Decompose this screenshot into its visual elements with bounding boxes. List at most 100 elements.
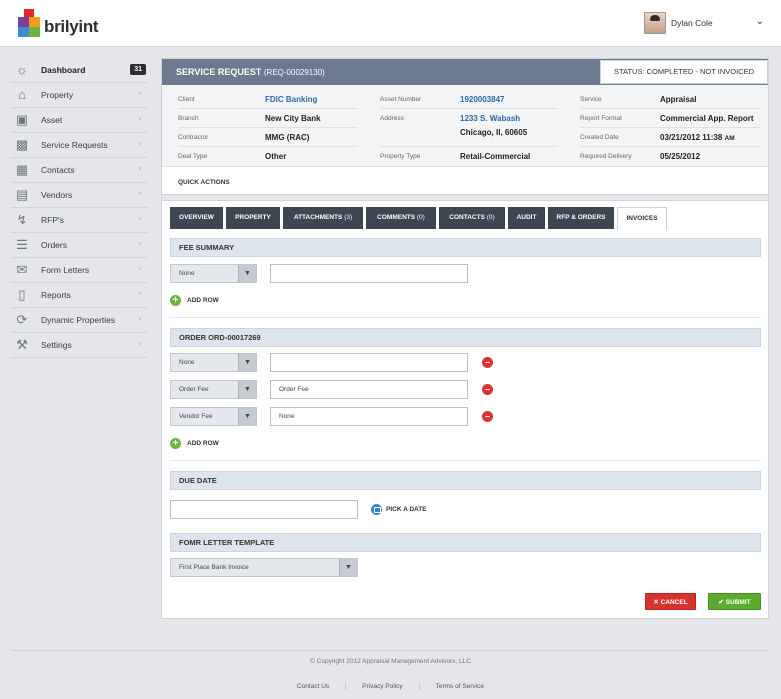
sidebar-item-property[interactable]: ⌂ Property ˅ bbox=[11, 83, 148, 108]
sidebar-item-service-requests[interactable]: ▩ Service Requests ˅ bbox=[11, 133, 148, 158]
cancel-button[interactable]: ✕ CANCEL bbox=[645, 593, 696, 610]
chevron-down-icon: ˅ bbox=[138, 92, 142, 98]
sidebar-item-label: Dashboard bbox=[41, 65, 86, 75]
info-value: 05/25/2012 bbox=[660, 152, 701, 161]
tab-comments[interactable]: COMMENTS (0) bbox=[366, 207, 436, 229]
footer-link-terms[interactable]: Terms of Service bbox=[418, 683, 500, 690]
chevron-down-icon[interactable]: ⌄ bbox=[756, 16, 764, 27]
brand-name: brilyint bbox=[44, 17, 99, 36]
info-label: Deal Type bbox=[178, 153, 208, 160]
chevron-down-icon: ˅ bbox=[138, 292, 142, 298]
order-fee-select[interactable]: None ▼ bbox=[170, 353, 257, 372]
tab-rfp-orders[interactable]: RFP & ORDERS bbox=[548, 207, 614, 229]
fee-summary-input[interactable] bbox=[270, 264, 468, 283]
sidebar-item-asset[interactable]: ▣ Asset ˅ bbox=[11, 108, 148, 133]
service-request-panel: SERVICE REQUEST (REQ-00029130) STATUS: C… bbox=[161, 58, 769, 619]
order-fee-select[interactable]: Vendor Fee ▼ bbox=[170, 407, 257, 426]
tab-property[interactable]: PROPERTY bbox=[226, 207, 280, 229]
select-value: Order Fee bbox=[179, 386, 209, 393]
fee-summary-select[interactable]: None ▼ bbox=[170, 264, 257, 283]
info-row-address: Address 1233 S. Wabash Chicago, Il, 6060… bbox=[380, 109, 558, 147]
address-link[interactable]: 1233 S. Wabash bbox=[460, 114, 520, 123]
tab-attachments[interactable]: ATTACHMENTS (3) bbox=[283, 207, 363, 229]
due-date-header: DUE DATE bbox=[170, 471, 761, 490]
order-fee-input[interactable] bbox=[270, 353, 468, 372]
order-fee-input[interactable]: None bbox=[270, 407, 468, 426]
submit-label: SUBMIT bbox=[725, 599, 751, 606]
check-icon: ✔ bbox=[718, 599, 724, 606]
remove-row-icon[interactable]: – bbox=[482, 384, 493, 395]
info-label: Report Format bbox=[580, 115, 622, 122]
calendar-icon bbox=[371, 504, 382, 515]
info-value: Other bbox=[265, 152, 287, 161]
sidebar: ☼ Dashboard 31 ⌂ Property ˅ ▣ Asset ˅ ▩ … bbox=[11, 58, 148, 358]
close-icon: ✕ bbox=[653, 599, 659, 606]
tab-audit[interactable]: AUDIT bbox=[508, 207, 545, 229]
status-badge: STATUS: COMPLETED - NOT INVOICED bbox=[600, 60, 768, 84]
select-value: Vendor Fee bbox=[179, 413, 213, 420]
sidebar-item-form-letters[interactable]: ✉ Form Letters ˅ bbox=[11, 258, 148, 283]
sidebar-item-vendors[interactable]: ▤ Vendors ˅ bbox=[11, 183, 148, 208]
logo-mark-icon bbox=[18, 9, 40, 37]
info-label: Address bbox=[380, 115, 404, 122]
footer-link-privacy[interactable]: Privacy Policy bbox=[345, 683, 418, 690]
info-label: Client bbox=[178, 96, 195, 103]
info-label: Created Date bbox=[580, 134, 619, 141]
tab-count: (3) bbox=[344, 214, 353, 221]
sidebar-item-contacts[interactable]: ▦ Contacts ˅ bbox=[11, 158, 148, 183]
form-letter-select[interactable]: First Place Bank Invoice ▼ bbox=[170, 558, 358, 577]
info-row-branch: Branch New City Bank bbox=[178, 109, 358, 128]
quick-actions-link[interactable]: QUICK ACTIONS bbox=[178, 179, 230, 186]
chevron-down-icon: ▼ bbox=[339, 559, 357, 576]
house-icon: ⌂ bbox=[18, 87, 26, 102]
user-menu[interactable]: Dylan Cole ⌄ bbox=[644, 12, 768, 34]
sidebar-item-label: Form Letters bbox=[41, 265, 90, 275]
brand-logo[interactable]: brilyint bbox=[18, 9, 99, 39]
add-row-button[interactable]: + ADD ROW bbox=[170, 295, 219, 307]
due-date-input[interactable] bbox=[170, 500, 358, 519]
chevron-down-icon: ˅ bbox=[138, 167, 142, 173]
sidebar-item-dynamic-properties[interactable]: ⟳ Dynamic Properties ˅ bbox=[11, 308, 148, 333]
letter-icon: ✉ bbox=[16, 262, 28, 277]
sidebar-item-orders[interactable]: ☰ Orders ˅ bbox=[11, 233, 148, 258]
sidebar-item-label: Contacts bbox=[41, 165, 75, 175]
sidebar-item-label: Asset bbox=[41, 115, 63, 125]
info-value: 03/21/2012 11:38 AM bbox=[660, 133, 735, 142]
add-row-button[interactable]: + ADD ROW bbox=[170, 438, 219, 450]
remove-row-icon[interactable]: – bbox=[482, 411, 493, 422]
client-link[interactable]: FDIC Banking bbox=[265, 95, 317, 104]
asset-number-link[interactable]: 1920003847 bbox=[460, 95, 505, 104]
tab-contacts[interactable]: CONTACTS (0) bbox=[439, 207, 505, 229]
tab-invoices[interactable]: INVOICES bbox=[617, 207, 667, 230]
submit-button[interactable]: ✔ SUBMIT bbox=[708, 593, 761, 610]
sidebar-item-settings[interactable]: ⚒ Settings ˅ bbox=[11, 333, 148, 358]
info-row-service: Service Appraisal bbox=[580, 90, 760, 109]
tab-count: (0) bbox=[416, 214, 425, 221]
order-fee-input[interactable]: Order Fee bbox=[270, 380, 468, 399]
info-value: Appraisal bbox=[660, 95, 697, 104]
tab-label: PROPERTY bbox=[235, 214, 271, 221]
footer-link-contact[interactable]: Contact Us bbox=[281, 683, 345, 690]
info-row-deal-type: Deal Type Other bbox=[178, 147, 358, 166]
request-info: Client FDIC Banking Branch New City Bank… bbox=[162, 85, 768, 167]
info-value: Retail-Commercial bbox=[460, 152, 531, 161]
cancel-label: CANCEL bbox=[660, 599, 688, 606]
remove-row-icon[interactable]: – bbox=[482, 357, 493, 368]
add-row-label: ADD ROW bbox=[187, 440, 219, 448]
document-icon: ▯ bbox=[18, 287, 26, 302]
tab-overview[interactable]: OVERVIEW bbox=[170, 207, 223, 229]
pick-a-date-button[interactable]: PICK A DATE bbox=[371, 504, 427, 515]
info-row-report-format: Report Format Commercial App. Report bbox=[580, 109, 760, 128]
info-value: MMG (RAC) bbox=[265, 133, 310, 142]
avatar bbox=[644, 12, 666, 34]
order-fee-select[interactable]: Order Fee ▼ bbox=[170, 380, 257, 399]
sidebar-item-label: Property bbox=[41, 90, 74, 100]
briefcase-icon: ▤ bbox=[15, 187, 29, 202]
request-title: SERVICE REQUEST bbox=[176, 67, 262, 77]
sidebar-item-dashboard[interactable]: ☼ Dashboard 31 bbox=[11, 58, 148, 83]
sidebar-item-label: Orders bbox=[41, 240, 67, 250]
sidebar-item-rfps[interactable]: ↯ RFP's ˅ bbox=[11, 208, 148, 233]
sidebar-item-label: Service Requests bbox=[41, 140, 108, 150]
sidebar-item-reports[interactable]: ▯ Reports ˅ bbox=[11, 283, 148, 308]
section-separator bbox=[162, 194, 768, 201]
